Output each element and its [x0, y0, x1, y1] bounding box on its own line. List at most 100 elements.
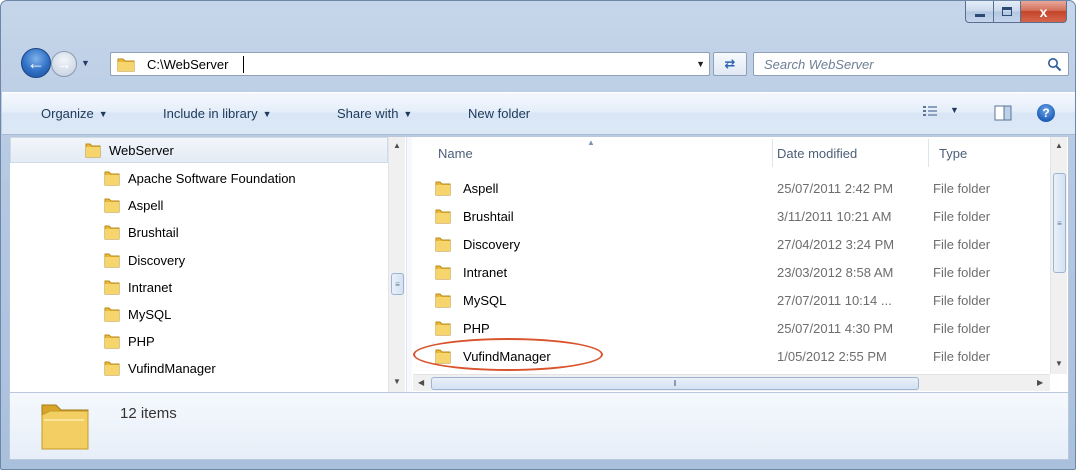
folder-icon	[435, 209, 451, 224]
folder-icon	[435, 181, 451, 196]
nav-item-label: WebServer	[109, 142, 174, 158]
navigation-scrollbar[interactable]: ▲ ≡ ▼	[388, 137, 405, 392]
file-list-horizontal-scrollbar[interactable]: ◀ ‖ ▶	[413, 374, 1050, 391]
folder-icon	[104, 334, 120, 349]
nav-item-label: Discovery	[128, 252, 186, 268]
folder-icon	[104, 280, 120, 295]
nav-item-php[interactable]: PHP	[104, 328, 155, 354]
column-divider[interactable]	[928, 139, 929, 167]
folder-icon	[435, 237, 451, 252]
search-placeholder: Search WebServer	[764, 57, 874, 72]
nav-item-discovery[interactable]: Discovery	[104, 247, 185, 273]
folder-icon	[104, 253, 120, 268]
recent-pages-dropdown-icon[interactable]: ▼	[81, 58, 90, 68]
file-date-modified: 25/07/2011 4:30 PM	[777, 321, 894, 336]
file-type: File folder	[933, 209, 991, 224]
scroll-up-arrow-icon[interactable]: ▲	[1055, 141, 1063, 150]
maximize-button[interactable]	[994, 1, 1021, 23]
nav-item-aspell[interactable]: Aspell	[104, 192, 163, 218]
nav-item-label: Apache Software Foundation	[128, 170, 296, 186]
file-type: File folder	[933, 181, 991, 196]
scrollbar-thumb[interactable]: ≡	[391, 273, 404, 295]
file-date-modified: 27/04/2012 3:24 PM	[777, 237, 895, 252]
nav-item-intranet[interactable]: Intranet	[104, 274, 172, 300]
address-dropdown-icon[interactable]: ▼	[696, 59, 705, 69]
nav-item-webserver[interactable]: WebServer	[10, 137, 388, 163]
explorer-window: x ← → ▼ C:\WebServer ▼ ⇄ Search WebServe…	[0, 0, 1076, 470]
search-input[interactable]: Search WebServer	[753, 52, 1069, 76]
chevron-down-icon: ▼	[403, 109, 413, 119]
minimize-icon	[974, 13, 985, 17]
folder-icon	[104, 198, 120, 213]
nav-item-mysql[interactable]: MySQL	[104, 301, 171, 327]
new-folder-button[interactable]: New folder	[468, 106, 530, 121]
scroll-right-arrow-icon[interactable]: ▶	[1037, 378, 1043, 387]
column-header-date-modified[interactable]: Date modified	[777, 146, 857, 161]
nav-item-vufindmanager[interactable]: VufindManager	[104, 355, 216, 381]
folder-icon	[435, 265, 451, 280]
file-date-modified: 23/03/2012 8:58 AM	[777, 265, 894, 280]
file-type: File folder	[933, 349, 991, 364]
file-row[interactable]: Discovery 27/04/2012 3:24 PM File folder	[413, 230, 1049, 258]
file-row[interactable]: Aspell 25/07/2011 2:42 PM File folder	[413, 174, 1049, 202]
scrollbar-thumb[interactable]: ‖	[431, 377, 919, 390]
share-with-button[interactable]: Share with ▼	[337, 106, 412, 121]
scrollbar-thumb[interactable]: ≡	[1053, 173, 1066, 273]
folder-icon	[435, 321, 451, 336]
nav-item-brushtail[interactable]: Brushtail	[104, 219, 179, 245]
item-count: 12 items	[120, 405, 177, 422]
nav-item-label: Intranet	[128, 279, 173, 295]
file-name: Discovery	[463, 237, 521, 252]
file-type: File folder	[933, 237, 991, 252]
include-in-library-button[interactable]: Include in library ▼	[163, 106, 272, 121]
folder-icon	[435, 293, 451, 308]
address-bar[interactable]: C:\WebServer ▼	[110, 52, 710, 76]
file-row[interactable]: PHP 25/07/2011 4:30 PM File folder	[413, 314, 1049, 342]
column-divider[interactable]	[772, 139, 773, 167]
command-bar: Organize ▼ Include in library ▼ Share with…	[2, 92, 1075, 135]
column-headers: Name ▲ Date modified Type	[413, 137, 1049, 169]
maximize-icon	[1002, 7, 1012, 16]
file-list-vertical-scrollbar[interactable]: ▲ ≡ ▼	[1050, 137, 1067, 374]
explorer-panes: WebServer Apache Software Foundation Asp…	[9, 136, 1069, 393]
file-row[interactable]: MySQL 27/07/2011 10:14 ... File folder	[413, 286, 1049, 314]
column-header-name[interactable]: Name	[438, 146, 473, 161]
file-type: File folder	[933, 265, 991, 280]
scroll-up-arrow-icon[interactable]: ▲	[393, 141, 401, 150]
preview-pane-icon[interactable]	[994, 105, 1012, 121]
pane-splitter[interactable]	[406, 137, 412, 392]
column-header-type[interactable]: Type	[939, 146, 967, 161]
file-date-modified: 1/05/2012 2:55 PM	[777, 349, 887, 364]
scroll-left-arrow-icon[interactable]: ◀	[418, 378, 424, 387]
nav-item-label: PHP	[128, 333, 155, 349]
share-with-label: Share with	[337, 106, 399, 121]
file-name: Aspell	[463, 181, 499, 196]
back-button[interactable]: ←	[21, 48, 51, 78]
nav-item-apache-software-foundation[interactable]: Apache Software Foundation	[104, 165, 296, 191]
close-button[interactable]: x	[1021, 1, 1067, 23]
nav-item-label: VufindManager	[128, 360, 216, 376]
minimize-button[interactable]	[965, 1, 994, 23]
help-button[interactable]: ?	[1037, 104, 1055, 122]
refresh-icon: ⇄	[724, 56, 736, 71]
chevron-down-icon: ▼	[98, 109, 108, 119]
scroll-down-arrow-icon[interactable]: ▼	[393, 377, 401, 386]
file-name: Intranet	[463, 265, 508, 280]
folder-icon	[104, 307, 120, 322]
search-icon[interactable]	[1047, 57, 1062, 72]
forward-button[interactable]: →	[51, 51, 77, 77]
sort-ascending-icon: ▲	[587, 138, 595, 147]
scroll-down-arrow-icon[interactable]: ▼	[1055, 359, 1063, 368]
refresh-button[interactable]: ⇄	[713, 52, 747, 76]
help-icon: ?	[1042, 106, 1050, 120]
file-row[interactable]: VufindManager 1/05/2012 2:55 PM File fol…	[413, 342, 1049, 370]
file-name: Brushtail	[463, 209, 514, 224]
file-type: File folder	[933, 293, 991, 308]
change-view-button[interactable]: ▼	[922, 104, 959, 118]
file-row[interactable]: Brushtail 3/11/2011 10:21 AM File folder	[413, 202, 1049, 230]
file-row[interactable]: Intranet 23/03/2012 8:58 AM File folder	[413, 258, 1049, 286]
file-list: Name ▲ Date modified Type Aspell 25/07/2…	[413, 137, 1068, 392]
nav-item-label: Aspell	[128, 197, 164, 213]
view-details-icon	[923, 106, 937, 116]
organize-button[interactable]: Organize ▼	[41, 106, 108, 121]
